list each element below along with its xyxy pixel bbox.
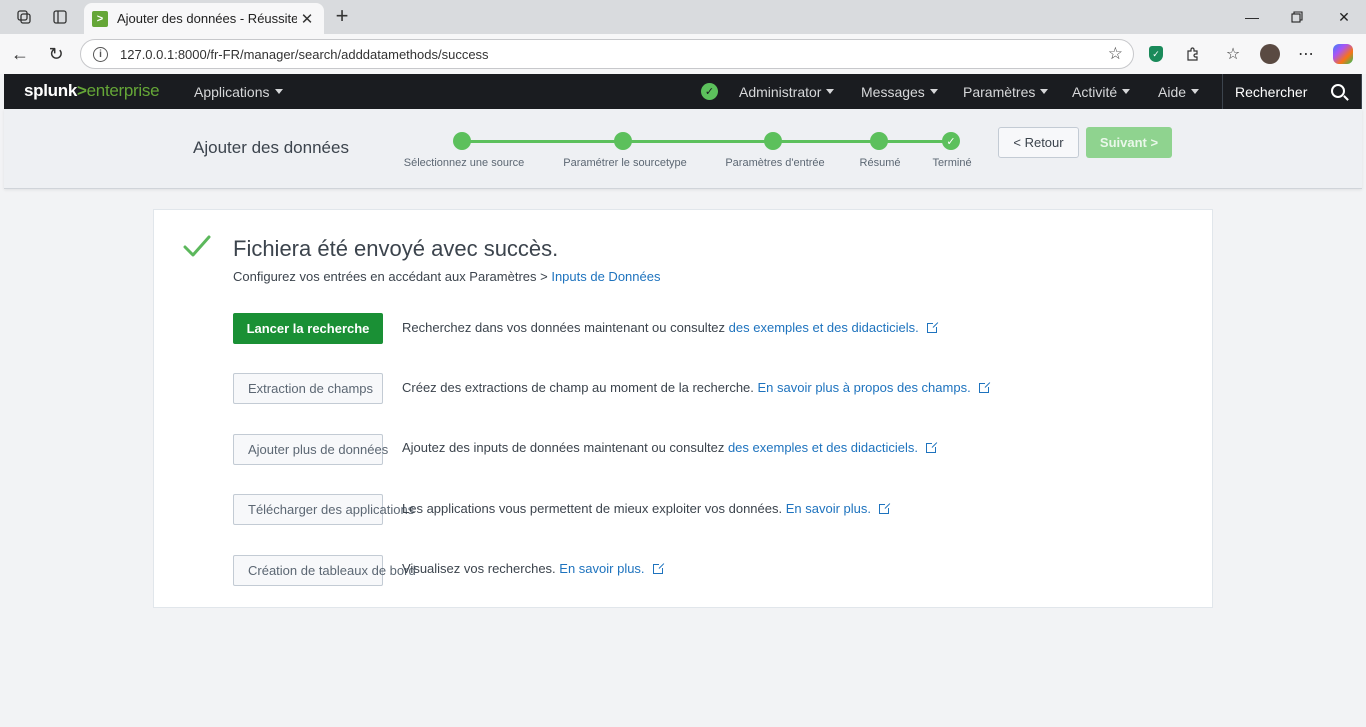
splunk-favicon-icon: > [92,10,108,27]
nav-administrator-label: Administrator [739,83,822,100]
action-desc-text: Recherchez dans vos données maintenant o… [402,320,729,335]
examples-link[interactable]: des exemples et des didacticiels. [729,320,919,335]
nav-messages[interactable]: Messages [861,74,938,109]
caret-down-icon [1191,89,1200,94]
nav-administrator[interactable]: Administrator [739,74,835,109]
create-dashboards-button[interactable]: Création de tableaux de bord [233,555,416,586]
step-dot-1 [453,132,471,150]
learn-more-apps-link[interactable]: En savoir plus. [786,501,871,516]
caret-down-icon [826,89,835,94]
logo-gt-text: > [77,81,87,100]
new-tab-icon[interactable]: + [331,5,353,27]
start-search-button[interactable]: Lancer la recherche [233,313,383,344]
step-dot-3 [764,132,782,150]
more-options-icon[interactable]: ⋯ [1294,42,1318,66]
back-button[interactable]: < Retour [998,127,1079,158]
success-panel: Fichiera été envoyé avec succès. Configu… [153,209,1213,608]
address-bar[interactable]: i 127.0.0.1:8000/fr-FR/manager/search/ad… [80,39,1134,69]
action-desc-fields: Créez des extractions de champ au moment… [402,380,991,395]
action-desc-add-data: Ajoutez des inputs de données maintenant… [402,440,938,455]
tab-actions-icon[interactable] [49,6,71,28]
health-status-icon[interactable]: ✓ [701,83,718,100]
favorites-icon[interactable]: ☆ [1221,42,1245,66]
caret-down-icon [1040,89,1049,94]
extensions-puzzle-icon[interactable] [1181,42,1205,66]
action-desc-text: Visualisez vos recherches. [402,561,560,576]
action-desc-dashboards: Visualisez vos recherches. En savoir plu… [402,561,665,576]
search-button-label: Rechercher [1235,83,1308,100]
address-bar-row: ← ↻ i 127.0.0.1:8000/fr-FR/manager/searc… [0,34,1366,74]
close-window-icon[interactable]: ✕ [1332,6,1356,28]
caret-down-icon [274,89,283,94]
browser-tab-active[interactable]: > Ajouter des données - Réussite | S ✕ [84,3,324,34]
favorite-star-icon[interactable]: ☆ [1108,44,1123,64]
step-dot-4 [870,132,888,150]
nav-parametres-label: Paramètres [963,83,1036,100]
nav-messages-label: Messages [861,83,925,100]
site-info-icon[interactable]: i [93,46,108,62]
nav-aide-label: Aide [1158,83,1187,100]
success-subtitle: Configurez vos entrées en accédant aux P… [233,269,660,284]
step-label-1: Sélectionnez une source [403,157,525,169]
tab-title: Ajouter des données - Réussite | S [117,11,297,26]
action-desc-search: Recherchez dans vos données maintenant o… [402,320,939,335]
back-arrow-icon[interactable]: ← [8,42,32,66]
nav-parametres[interactable]: Paramètres [963,74,1049,109]
caret-down-icon [1122,89,1131,94]
tab-strip: > Ajouter des données - Réussite | S ✕ +… [0,0,1366,34]
step-label-2: Paramétrer le sourcetype [563,157,687,169]
restore-icon[interactable] [1285,6,1309,28]
next-button[interactable]: Suivant > [1086,127,1172,158]
nav-applications-label: Applications [194,83,270,100]
external-link-icon [978,381,991,393]
inputs-link[interactable]: Inputs de Données [551,269,660,284]
external-link-icon [652,562,665,574]
logo-splunk-text: splunk [24,81,77,100]
url-text[interactable]: 127.0.0.1:8000/fr-FR/manager/search/addd… [120,47,489,62]
reload-icon[interactable]: ↻ [44,42,68,66]
tab-close-icon[interactable]: ✕ [298,10,316,28]
shield-extension-icon[interactable]: ✓ [1144,42,1168,66]
step-label-4: Résumé [859,157,901,169]
action-desc-apps: Les applications vous permettent de mieu… [402,501,891,516]
external-link-icon [879,502,891,514]
examples-link[interactable]: des exemples et des didacticiels. [728,440,918,455]
step-dot-2 [614,132,632,150]
logo-enterprise-text: enterprise [86,81,160,100]
success-title: Fichiera été envoyé avec succès. [233,236,559,261]
workspaces-icon[interactable] [13,6,35,28]
nav-applications[interactable]: Applications [194,74,283,109]
action-desc-text: Créez des extractions de champ au moment… [402,380,758,395]
download-apps-button[interactable]: Télécharger des applications [233,494,414,525]
search-button[interactable]: Rechercher [1222,74,1362,109]
step-label-5: Terminé [932,157,972,169]
nav-activite[interactable]: Activité [1072,74,1131,109]
external-link-icon [926,321,939,333]
success-subtitle-text: Configurez vos entrées en accédant aux P… [233,269,552,284]
search-icon [1331,84,1345,98]
external-link-icon [926,441,938,453]
splunk-logo[interactable]: splunk>enterprise [24,81,160,101]
action-desc-text: Les applications vous permettent de mieu… [402,501,786,516]
field-extraction-button[interactable]: Extraction de champs [233,373,383,404]
learn-more-dashboards-link[interactable]: En savoir plus. [559,561,644,576]
add-more-data-button[interactable]: Ajouter plus de données [233,434,388,465]
nav-aide[interactable]: Aide [1158,74,1200,109]
browser-chrome: > Ajouter des données - Réussite | S ✕ +… [0,0,1366,74]
minimize-icon[interactable]: — [1240,6,1264,28]
caret-down-icon [929,89,938,94]
add-data-wizard-header: Ajouter des données ✓ Sélectionnez une s… [4,109,1362,189]
learn-more-fields-link[interactable]: En savoir plus à propos des champs. [758,380,971,395]
nav-activite-label: Activité [1072,83,1118,100]
success-check-icon [183,235,211,257]
step-dot-5-check-icon: ✓ [942,132,960,150]
step-label-3: Paramètres d'entrée [725,157,825,169]
profile-avatar[interactable] [1258,42,1282,66]
page-title: Ajouter des données [193,138,349,157]
copilot-icon[interactable] [1331,42,1355,66]
action-desc-text: Ajoutez des inputs de données maintenant… [402,440,728,455]
splunk-top-nav: splunk>enterprise Applications ✓ Adminis… [4,74,1362,109]
